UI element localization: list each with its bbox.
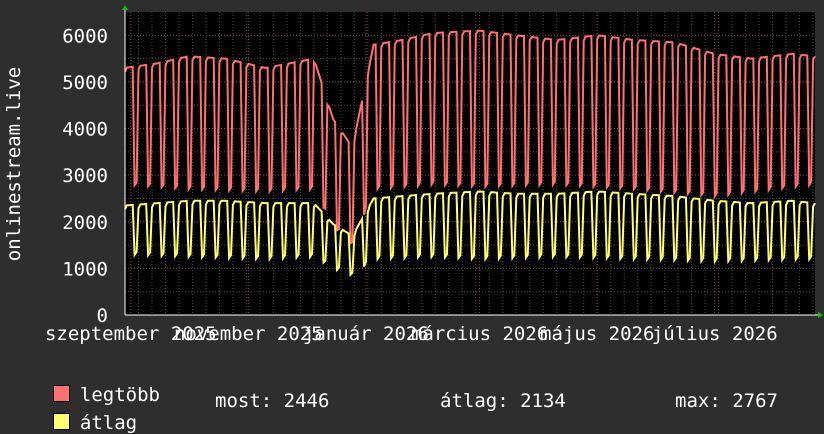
y-tick-label: 6000 xyxy=(62,25,108,47)
x-tick-label: január 2026 xyxy=(303,323,429,345)
y-tick-label: 1000 xyxy=(62,258,108,280)
x-axis-arrow xyxy=(818,312,823,318)
stat-current: most: 2446 xyxy=(215,390,330,412)
x-tick-labels: szeptember 2025november 2025január 2026m… xyxy=(45,323,778,345)
y-axis-label: onlinestream.live xyxy=(3,67,25,261)
y-tick-label: 4000 xyxy=(62,119,108,141)
y-tick-label: 3000 xyxy=(62,165,108,187)
y-tick-label: 2000 xyxy=(62,212,108,234)
y-axis-arrow xyxy=(122,5,128,10)
stat-average: átlag: 2134 xyxy=(440,390,566,412)
x-tick-label: május 2026 xyxy=(540,323,654,345)
x-tick-label: március 2026 xyxy=(411,323,548,345)
x-tick-label: november 2025 xyxy=(174,323,323,345)
y-tick-labels: 0100020003000400050006000 xyxy=(62,25,108,327)
x-tick-label: július 2026 xyxy=(652,323,778,345)
y-tick-label: 5000 xyxy=(62,72,108,94)
legend-item-avg: átlag xyxy=(30,390,137,434)
legend-label-avg: átlag xyxy=(79,412,138,434)
legend-swatch-avg xyxy=(52,413,70,430)
stat-maximum: max: 2767 xyxy=(675,390,778,412)
